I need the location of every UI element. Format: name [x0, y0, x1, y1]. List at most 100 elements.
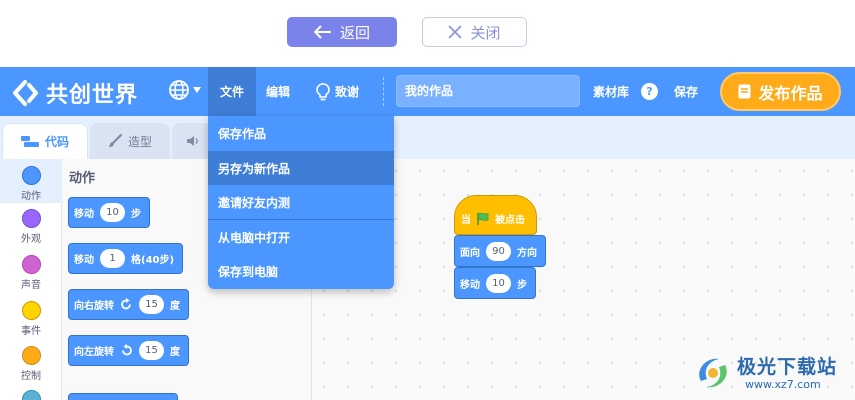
- menu-edit[interactable]: 编辑: [266, 67, 290, 116]
- category-label: 动作: [21, 191, 41, 202]
- block-turn-right[interactable]: 向右旋转 15 度: [68, 289, 189, 320]
- arrow-left-icon: [313, 25, 331, 39]
- help-icon[interactable]: ?: [641, 83, 658, 100]
- block-input[interactable]: 1: [100, 249, 125, 268]
- close-icon: [448, 25, 463, 39]
- category-label: 外观: [21, 234, 41, 245]
- file-menu-dropdown: 保存作品 另存为新作品 邀请好友内测 从电脑中打开 保存到电脑: [208, 116, 394, 289]
- category-control[interactable]: 控制: [0, 346, 62, 382]
- hat-suffix: 被点击: [495, 215, 525, 226]
- block-suffix: 度: [170, 301, 180, 312]
- block-move-steps[interactable]: 移动 10 步: [68, 197, 150, 228]
- tab-code-label: 代码: [44, 135, 69, 149]
- block-label: 向左旋转: [74, 347, 114, 358]
- close-button[interactable]: 关闭: [422, 17, 527, 47]
- sound-dot: [21, 255, 41, 274]
- category-label: 声音: [21, 280, 41, 291]
- category-label: 控制: [21, 371, 41, 382]
- block-move-steps[interactable]: 移动 10 步: [454, 267, 536, 299]
- category-sensing[interactable]: [0, 390, 62, 400]
- globe-icon: [169, 80, 189, 100]
- assets-label: 素材库: [593, 85, 630, 99]
- block-suffix: 步: [131, 209, 141, 220]
- category-sound[interactable]: 声音: [0, 255, 62, 291]
- lightbulb-icon: [316, 82, 330, 100]
- watermark: 极光下载站 www.xz7.com: [693, 351, 853, 395]
- category-looks[interactable]: 外观: [0, 209, 62, 245]
- editor-page: 返回 关闭 共创世界 文件 编辑 致谢 我的作品 素材库 ? 保存 发布作品 代…: [0, 0, 855, 400]
- category-label: 事件: [21, 326, 41, 337]
- category-events[interactable]: 事件: [0, 301, 62, 337]
- block-point-direction[interactable]: 面向 90 方向: [454, 235, 546, 267]
- brand-logo-icon: [13, 80, 38, 106]
- tab-costume[interactable]: 造型: [90, 123, 170, 159]
- editor-tabs: 代码 造型: [0, 116, 855, 159]
- menu-item-save-project[interactable]: 保存作品: [208, 116, 394, 150]
- block-input[interactable]: 10: [100, 203, 125, 222]
- block-input[interactable]: 10: [486, 273, 511, 293]
- menu-file[interactable]: 文件: [208, 67, 256, 116]
- menu-item-save-to-computer[interactable]: 保存到电脑: [208, 254, 394, 288]
- publish-label: 发布作品: [758, 83, 823, 103]
- save-button[interactable]: 保存: [674, 67, 698, 116]
- menu-item-open-from-computer[interactable]: 从电脑中打开: [208, 220, 394, 254]
- caret-down-icon: [193, 87, 201, 93]
- looks-dot: [21, 209, 41, 228]
- block-when-flag-clicked[interactable]: 当 被点击: [454, 195, 537, 235]
- code-icon: [20, 135, 39, 147]
- save-label: 保存: [674, 85, 699, 99]
- close-label: 关闭: [470, 23, 501, 42]
- control-dot: [21, 346, 41, 365]
- block-input[interactable]: 15: [139, 341, 164, 360]
- menu-file-label: 文件: [219, 85, 244, 99]
- block-label: 移动: [74, 255, 94, 266]
- block-suffix: 方向: [517, 247, 537, 259]
- menu-item-save-as-new[interactable]: 另存为新作品: [208, 151, 394, 185]
- menu-separator: [383, 77, 384, 106]
- back-button[interactable]: 返回: [287, 17, 397, 47]
- menu-item-label: 邀请好友内测: [218, 195, 291, 210]
- sensing-dot: [21, 390, 41, 400]
- block-suffix: 格(40步): [131, 255, 175, 266]
- menu-thanks[interactable]: 致谢: [316, 67, 359, 116]
- menu-item-invite-friends[interactable]: 邀请好友内测: [208, 185, 394, 219]
- palette-title: 动作: [69, 171, 96, 186]
- watermark-url: www.xz7.com: [745, 377, 821, 391]
- menu-item-label: 保存作品: [218, 126, 267, 141]
- block-turn-left[interactable]: 向左旋转 15 度: [68, 335, 189, 366]
- category-motion[interactable]: 动作: [0, 159, 62, 203]
- menu-edit-label: 编辑: [266, 85, 291, 99]
- publish-button[interactable]: 发布作品: [720, 72, 841, 111]
- block-input[interactable]: 15: [139, 295, 164, 314]
- project-title-input[interactable]: 我的作品: [396, 75, 580, 107]
- watermark-name: 极光下载站: [737, 355, 838, 378]
- watermark-logo-icon: [699, 358, 727, 388]
- brand-name: 共创世界: [46, 83, 139, 108]
- tab-sound[interactable]: [172, 123, 212, 159]
- document-icon: [738, 84, 751, 99]
- block-label: 移动: [460, 279, 480, 291]
- rotate-left-icon: [122, 344, 132, 356]
- menu-item-label: 另存为新作品: [218, 161, 291, 176]
- block-partial[interactable]: [68, 393, 178, 400]
- block-suffix: 度: [170, 347, 180, 358]
- events-dot: [21, 301, 41, 320]
- speaker-icon: [187, 136, 198, 146]
- assets-library-button[interactable]: 素材库: [593, 67, 629, 116]
- brush-icon: [108, 134, 122, 147]
- category-menu: 动作 外观 声音 事件 控制: [0, 159, 62, 400]
- block-label: 向右旋转: [74, 301, 114, 312]
- block-suffix: 步: [517, 279, 527, 291]
- language-menu[interactable]: [168, 79, 201, 101]
- back-label: 返回: [339, 23, 370, 42]
- green-flag-icon: [477, 212, 489, 225]
- tab-code[interactable]: 代码: [2, 123, 88, 159]
- menu-item-label: 从电脑中打开: [218, 230, 291, 245]
- block-input[interactable]: 90: [486, 241, 511, 261]
- rotate-right-icon: [121, 298, 131, 310]
- block-move-grid[interactable]: 移动 1 格(40步): [68, 243, 184, 274]
- hat-prefix: 当: [461, 215, 471, 226]
- brand-logo[interactable]: 共创世界: [12, 77, 138, 109]
- block-label: 移动: [74, 209, 94, 220]
- watermark-text: 极光下载站 www.xz7.com: [737, 356, 837, 391]
